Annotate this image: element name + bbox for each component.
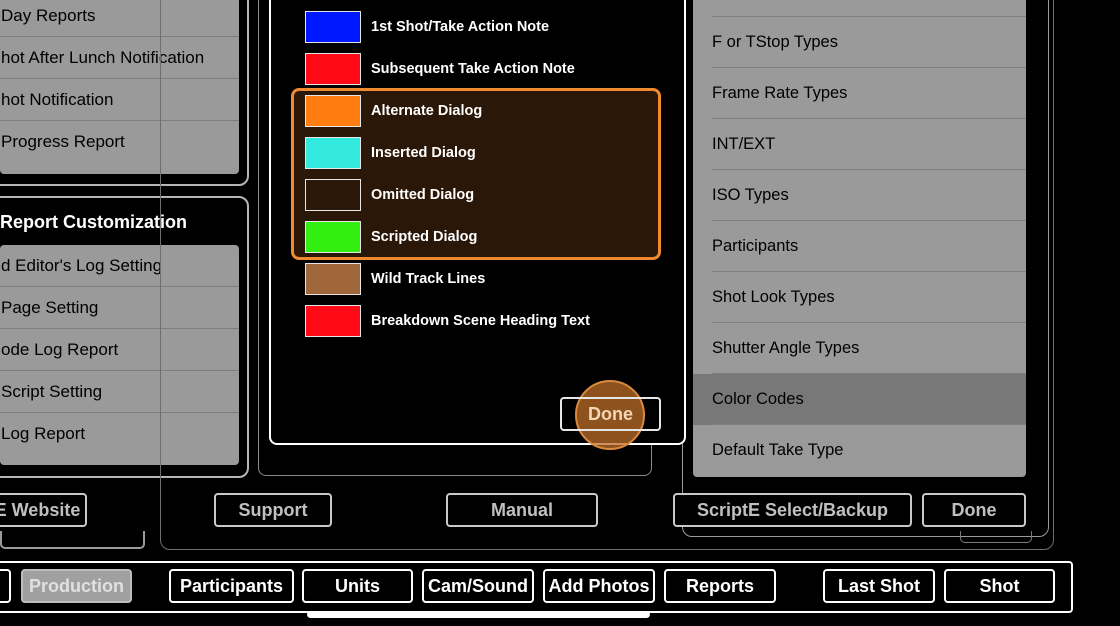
settings-item-framerate[interactable]: Frame Rate Types: [693, 68, 1026, 119]
color-list: 1st Shot/Take Action Note Subsequent Tak…: [271, 6, 671, 342]
settings-item-shotlook[interactable]: Shot Look Types: [693, 272, 1026, 323]
color-swatch[interactable]: [305, 11, 361, 43]
tab-partial[interactable]: [0, 569, 11, 603]
customization-title: Report Customization: [0, 212, 187, 232]
color-swatch[interactable]: [305, 137, 361, 169]
tab-shot[interactable]: Shot: [944, 569, 1055, 603]
tab-production[interactable]: Production: [21, 569, 132, 603]
partial-button: [0, 531, 145, 549]
support-button[interactable]: Support: [214, 493, 332, 527]
settings-list: F or TStop Types Frame Rate Types INT/EX…: [693, 0, 1026, 477]
color-row[interactable]: 1st Shot/Take Action Note: [271, 6, 671, 48]
color-row[interactable]: Inserted Dialog: [271, 132, 671, 174]
tab-add-photos[interactable]: Add Photos: [543, 569, 655, 603]
settings-item-partial: [693, 0, 1026, 17]
color-swatch[interactable]: [305, 305, 361, 337]
color-label: Alternate Dialog: [371, 103, 483, 119]
settings-item-intext[interactable]: INT/EXT: [693, 119, 1026, 170]
color-row[interactable]: Scripted Dialog: [271, 216, 671, 258]
website-button[interactable]: E Website: [0, 493, 87, 527]
color-row[interactable]: Wild Track Lines: [271, 258, 671, 300]
color-label: 1st Shot/Take Action Note: [371, 19, 550, 35]
color-swatch[interactable]: [305, 263, 361, 295]
tab-units[interactable]: Units: [302, 569, 413, 603]
color-label: Subsequent Take Action Note: [371, 61, 575, 77]
select-backup-button[interactable]: ScriptE Select/Backup: [673, 493, 912, 527]
tab-reports[interactable]: Reports: [664, 569, 776, 603]
color-swatch[interactable]: [305, 179, 361, 211]
modal-done-button[interactable]: Done: [560, 397, 661, 431]
color-row[interactable]: Alternate Dialog: [271, 90, 671, 132]
home-indicator: [307, 611, 650, 618]
settings-item-iso[interactable]: ISO Types: [693, 170, 1026, 221]
color-row[interactable]: Breakdown Scene Heading Text: [271, 300, 671, 342]
settings-item-colorcodes[interactable]: Color Codes: [693, 374, 1026, 425]
settings-item-fstop[interactable]: F or TStop Types: [693, 17, 1026, 68]
tab-participants[interactable]: Participants: [169, 569, 294, 603]
partial-button: [960, 531, 1032, 543]
color-label: Inserted Dialog: [371, 145, 476, 161]
color-label: Breakdown Scene Heading Text: [371, 313, 590, 329]
settings-item-defaulttake[interactable]: Default Take Type: [693, 425, 1026, 476]
tab-last-shot[interactable]: Last Shot: [823, 569, 935, 603]
settings-item-participants[interactable]: Participants: [693, 221, 1026, 272]
color-label: Omitted Dialog: [371, 187, 475, 203]
color-label: Scripted Dialog: [371, 229, 478, 245]
settings-done-button[interactable]: Done: [922, 493, 1026, 527]
color-row[interactable]: Subsequent Take Action Note: [271, 48, 671, 90]
color-row[interactable]: Omitted Dialog: [271, 174, 671, 216]
color-swatch[interactable]: [305, 221, 361, 253]
color-label: Wild Track Lines: [371, 271, 486, 287]
settings-item-shutter[interactable]: Shutter Angle Types: [693, 323, 1026, 374]
color-swatch[interactable]: [305, 53, 361, 85]
tab-cam-sound[interactable]: Cam/Sound: [422, 569, 534, 603]
manual-button[interactable]: Manual: [446, 493, 598, 527]
color-swatch[interactable]: [305, 95, 361, 127]
